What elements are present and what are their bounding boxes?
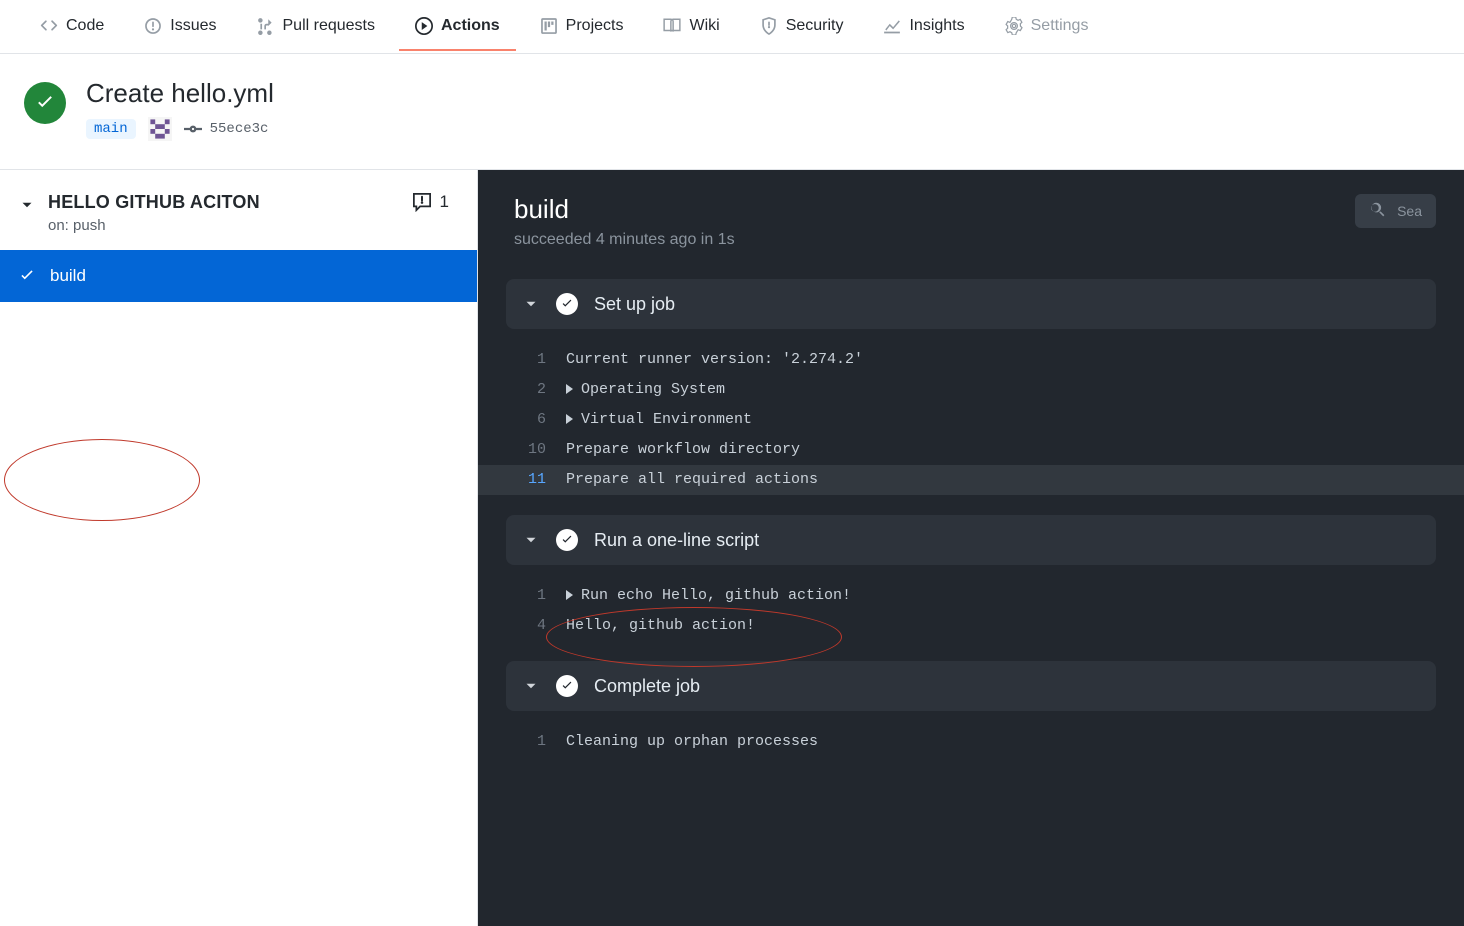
tab-insights[interactable]: Insights <box>867 3 980 51</box>
line-text: Prepare all required actions <box>566 465 818 495</box>
line-text: Cleaning up orphan processes <box>566 727 818 757</box>
line-number: 4 <box>506 611 566 641</box>
sidebar-job-build[interactable]: build <box>0 250 477 302</box>
line-text: Run echo Hello, github action! <box>581 587 851 604</box>
book-icon <box>663 17 681 35</box>
pr-icon <box>257 17 275 35</box>
tab-label: Projects <box>566 17 624 35</box>
tab-issues[interactable]: Issues <box>128 3 232 51</box>
tab-label: Settings <box>1031 17 1089 35</box>
sidebar-job-label: build <box>50 266 86 286</box>
tab-code[interactable]: Code <box>24 3 120 51</box>
workflow-sidebar: HELLO GITHUB ACITON on: push 1 build <box>0 170 478 926</box>
step-title: Run a one-line script <box>594 530 759 551</box>
job-subtitle: succeeded 4 minutes ago in 1s <box>514 231 735 249</box>
line-text: Prepare workflow directory <box>566 435 800 465</box>
tab-actions[interactable]: Actions <box>399 3 516 51</box>
graph-icon <box>883 17 901 35</box>
tab-settings[interactable]: Settings <box>989 3 1105 51</box>
tab-security[interactable]: Security <box>744 3 860 51</box>
line-number: 1 <box>506 581 566 611</box>
workflow-name: HELLO GITHUB ACITON <box>48 192 260 213</box>
chevron-down-icon[interactable] <box>18 196 36 214</box>
tab-label: Pull requests <box>283 17 376 35</box>
line-number: 6 <box>506 405 566 435</box>
commit-icon <box>184 122 202 136</box>
line-number: 11 <box>506 465 566 495</box>
check-icon <box>18 267 36 285</box>
chevron-down-icon <box>522 531 540 549</box>
project-icon <box>540 17 558 35</box>
tab-pull-requests[interactable]: Pull requests <box>241 3 392 51</box>
line-number: 1 <box>506 345 566 375</box>
search-placeholder: Sea <box>1397 203 1422 219</box>
step-title: Set up job <box>594 294 675 315</box>
step-complete-job[interactable]: Complete job <box>506 661 1436 711</box>
tab-label: Issues <box>170 17 216 35</box>
workflow-header: HELLO GITHUB ACITON on: push 1 <box>0 170 477 250</box>
commit-link[interactable]: 55ece3c <box>184 121 269 137</box>
chevron-down-icon <box>522 295 540 313</box>
step-script-loglines: 1 Run echo Hello, github action! 4Hello, … <box>478 571 1464 651</box>
step-setup-loglines: 1Current runner version: '2.274.2' 2 Oper… <box>478 335 1464 505</box>
job-title: build <box>514 194 735 225</box>
log-line[interactable]: 10Prepare workflow directory <box>478 435 1464 465</box>
step-complete-loglines: 1Cleaning up orphan processes <box>478 717 1464 767</box>
line-text: Operating System <box>581 381 725 398</box>
log-line[interactable]: 6 Virtual Environment <box>478 405 1464 435</box>
chevron-down-icon <box>522 677 540 695</box>
annotation-highlight-ellipse <box>4 439 200 521</box>
tab-label: Code <box>66 17 104 35</box>
log-search[interactable]: Sea <box>1355 194 1436 228</box>
code-icon <box>40 17 58 35</box>
branch-badge[interactable]: main <box>86 119 136 139</box>
run-header: Create hello.yml main 55ece3c <box>0 54 1464 170</box>
gear-icon <box>1005 17 1023 35</box>
step-status-success-icon <box>556 293 578 315</box>
step-status-success-icon <box>556 675 578 697</box>
annotation-count: 1 <box>440 192 449 212</box>
log-line[interactable]: 1Cleaning up orphan processes <box>478 727 1464 757</box>
step-title: Complete job <box>594 676 700 697</box>
step-status-success-icon <box>556 529 578 551</box>
log-line[interactable]: 1Current runner version: '2.274.2' <box>478 345 1464 375</box>
tab-projects[interactable]: Projects <box>524 3 640 51</box>
line-number: 10 <box>506 435 566 465</box>
shield-icon <box>760 17 778 35</box>
search-icon <box>1369 202 1387 220</box>
line-text: Hello, github action! <box>566 611 755 641</box>
issue-icon <box>144 17 162 35</box>
run-meta: main 55ece3c <box>86 117 274 141</box>
tab-label: Security <box>786 17 844 35</box>
log-pane: build succeeded 4 minutes ago in 1s Sea … <box>478 170 1464 926</box>
step-setup-job[interactable]: Set up job <box>506 279 1436 329</box>
log-line[interactable]: 1 Run echo Hello, github action! <box>478 581 1464 611</box>
play-icon <box>415 17 433 35</box>
run-status-success-icon <box>24 82 66 124</box>
expand-triangle-icon[interactable] <box>566 414 573 424</box>
line-number: 2 <box>506 375 566 405</box>
run-title: Create hello.yml <box>86 78 274 109</box>
step-run-script[interactable]: Run a one-line script <box>506 515 1436 565</box>
workflow-trigger: on: push <box>48 217 260 234</box>
tab-label: Insights <box>909 17 964 35</box>
repo-tabnav: Code Issues Pull requests Actions Projec… <box>0 0 1464 54</box>
line-number: 1 <box>506 727 566 757</box>
annotation-badge[interactable]: 1 <box>412 192 449 212</box>
line-text: Current runner version: '2.274.2' <box>566 345 863 375</box>
log-line[interactable]: 2 Operating System <box>478 375 1464 405</box>
avatar[interactable] <box>148 117 172 141</box>
tab-wiki[interactable]: Wiki <box>647 3 735 51</box>
log-line[interactable]: 4Hello, github action! <box>478 611 1464 641</box>
tab-label: Wiki <box>689 17 719 35</box>
tab-label: Actions <box>441 17 500 35</box>
expand-triangle-icon[interactable] <box>566 384 573 394</box>
expand-triangle-icon[interactable] <box>566 590 573 600</box>
line-text: Virtual Environment <box>581 411 752 428</box>
commit-sha: 55ece3c <box>210 121 269 137</box>
annotation-icon <box>412 192 432 212</box>
log-line[interactable]: 11Prepare all required actions <box>478 465 1464 495</box>
